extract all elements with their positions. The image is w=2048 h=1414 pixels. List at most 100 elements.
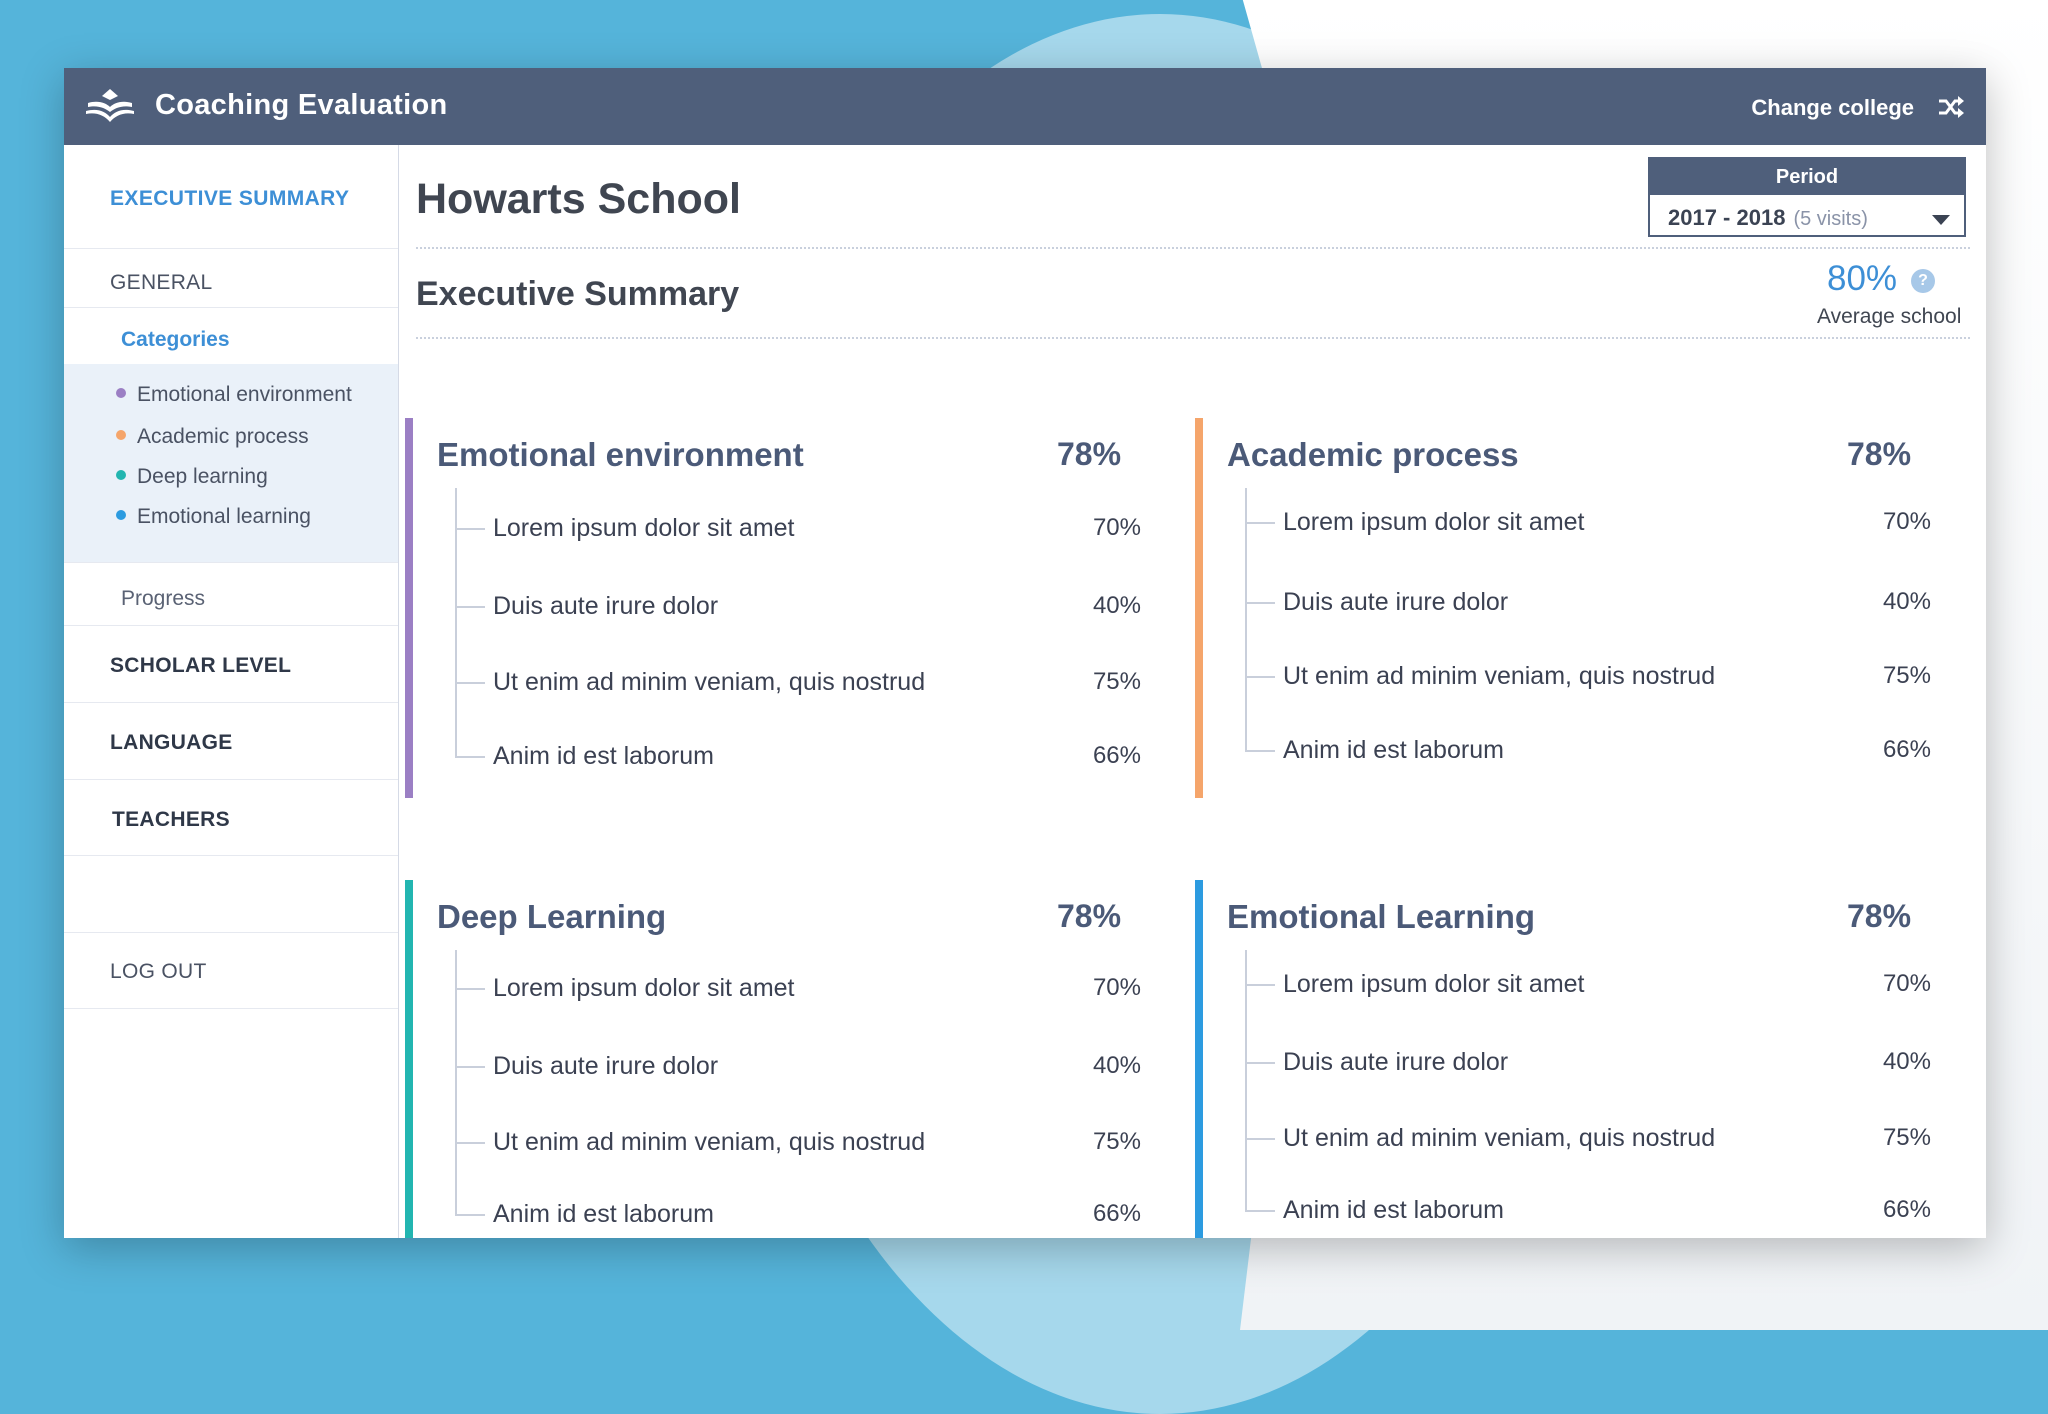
period-visits: (5 visits) <box>1793 208 1868 230</box>
app-window: Coaching Evaluation Change college EXECU… <box>64 68 1986 1238</box>
category-emotional-learning[interactable]: Emotional learning <box>116 505 311 529</box>
list-item: Anim id est laborum 66% <box>455 1194 1141 1234</box>
item-label: Lorem ipsum dolor sit amet <box>493 514 795 542</box>
tree-branch <box>455 606 485 608</box>
category-card: Emotional Learning 78% Lorem ipsum dolor s… <box>1195 880 1940 1238</box>
divider <box>416 337 1970 339</box>
tree-branch <box>455 1214 485 1216</box>
card-title: Deep Learning <box>437 898 667 935</box>
item-label: Duis aute irure dolor <box>493 592 719 620</box>
card-accent-bar <box>405 880 413 1238</box>
item-value: 40% <box>1882 588 1931 615</box>
category-dot <box>116 510 126 520</box>
card-accent-bar <box>1195 418 1203 798</box>
divider <box>416 247 1970 249</box>
item-label: Lorem ipsum dolor sit amet <box>493 974 795 1002</box>
category-card: Emotional environment 78% Lorem ipsum dolo… <box>405 418 1150 798</box>
list-item: Duis aute irure dolor 40% <box>455 1046 1141 1086</box>
sidebar-item-progress[interactable]: Progress <box>64 563 398 626</box>
list-item: Lorem ipsum dolor sit amet 70% <box>1245 964 1931 1004</box>
card-accent-bar <box>405 418 413 798</box>
card-percentage: 78% <box>1057 898 1122 934</box>
list-item: Ut enim ad minim veniam, quis nostrud 75% <box>455 1122 1141 1162</box>
category-academic-process[interactable]: Academic process <box>116 425 309 449</box>
tree-branch <box>1245 984 1275 986</box>
item-value: 40% <box>1092 592 1141 619</box>
item-value: 75% <box>1882 662 1931 689</box>
item-value: 40% <box>1882 1048 1931 1075</box>
chevron-down-icon[interactable] <box>1932 215 1950 225</box>
item-value: 66% <box>1882 736 1931 763</box>
sidebar-item-executive-summary[interactable]: EXECUTIVE SUMMARY <box>64 145 398 249</box>
item-label: Anim id est laborum <box>493 742 714 770</box>
category-deep-learning[interactable]: Deep learning <box>116 465 268 489</box>
logout-button[interactable]: LOG OUT <box>64 932 398 1009</box>
card-title: Emotional environment <box>437 436 804 473</box>
card-title: Emotional Learning <box>1227 898 1536 935</box>
list-item: Duis aute irure dolor 40% <box>1245 1042 1931 1082</box>
item-label: Lorem ipsum dolor sit amet <box>1283 508 1585 536</box>
sidebar: EXECUTIVE SUMMARY GENERAL Categories Emo… <box>64 145 399 1238</box>
item-value: 75% <box>1092 1128 1141 1155</box>
item-label: Anim id est laborum <box>1283 736 1504 764</box>
item-value: 70% <box>1882 970 1931 997</box>
tree-branch <box>455 1142 485 1144</box>
book-logo-icon <box>86 89 134 122</box>
item-value: 75% <box>1882 1124 1931 1151</box>
item-label: Duis aute irure dolor <box>493 1052 719 1080</box>
list-item: Ut enim ad minim veniam, quis nostrud 75% <box>1245 656 1931 696</box>
item-label: Duis aute irure dolor <box>1283 588 1509 616</box>
card-title: Academic process <box>1227 436 1519 473</box>
card-percentage: 78% <box>1847 436 1912 472</box>
list-item: Anim id est laborum 66% <box>455 736 1141 776</box>
list-item: Ut enim ad minim veniam, quis nostrud 75% <box>1245 1118 1931 1158</box>
tree-branch <box>455 1066 485 1068</box>
card-percentage: 78% <box>1847 898 1912 934</box>
tree-branch <box>1245 1138 1275 1140</box>
tree-branch <box>455 682 485 684</box>
page-title: Howarts School <box>416 175 741 223</box>
average-value: 80% <box>1827 259 1898 298</box>
item-label: Ut enim ad minim veniam, quis nostrud <box>1283 1124 1716 1152</box>
sidebar-item-teachers[interactable]: TEACHERS <box>64 780 398 856</box>
tree-branch <box>1245 750 1275 752</box>
help-icon[interactable]: ? <box>1911 269 1935 293</box>
tree-branch <box>1245 1210 1275 1212</box>
tree-branch <box>1245 522 1275 524</box>
tree-branch <box>1245 602 1275 604</box>
shuffle-icon[interactable] <box>1936 93 1966 121</box>
item-label: Lorem ipsum dolor sit amet <box>1283 970 1585 998</box>
sidebar-item-categories[interactable]: Categories <box>64 308 398 364</box>
card-accent-bar <box>1195 880 1203 1238</box>
item-value: 40% <box>1092 1052 1141 1079</box>
list-item: Anim id est laborum 66% <box>1245 730 1931 770</box>
category-dot <box>116 388 126 398</box>
list-item: Duis aute irure dolor 40% <box>1245 582 1931 622</box>
item-value: 70% <box>1092 514 1141 541</box>
item-label: Anim id est laborum <box>1283 1196 1504 1224</box>
card-percentage: 78% <box>1057 436 1122 472</box>
item-value: 66% <box>1882 1196 1931 1223</box>
top-bar: Coaching Evaluation Change college <box>64 68 1986 145</box>
list-item: Duis aute irure dolor 40% <box>455 586 1141 626</box>
category-card: Academic process 78% Lorem ipsum dolor sit… <box>1195 418 1940 798</box>
tree-branch <box>455 528 485 530</box>
sidebar-item-scholar-level[interactable]: SCHOLAR LEVEL <box>64 626 398 703</box>
app-title: Coaching Evaluation <box>155 89 448 121</box>
period-select[interactable]: Period 2017 - 2018 (5 visits) <box>1648 157 1966 237</box>
period-label: Period <box>1650 159 1964 195</box>
category-list: Emotional environment Academic process D… <box>64 364 398 563</box>
change-college-button[interactable]: Change college <box>1751 95 1914 121</box>
section-title: Executive Summary <box>416 275 740 313</box>
sidebar-item-language[interactable]: LANGUAGE <box>64 703 398 780</box>
item-label: Anim id est laborum <box>493 1200 714 1228</box>
list-item: Lorem ipsum dolor sit amet 70% <box>1245 502 1931 542</box>
sidebar-item-general[interactable]: GENERAL <box>64 249 398 308</box>
tree-branch <box>455 988 485 990</box>
category-card: Deep Learning 78% Lorem ipsum dolor sit am… <box>405 880 1150 1238</box>
item-value: 66% <box>1092 1200 1141 1227</box>
category-emotional-environment[interactable]: Emotional environment <box>116 383 352 407</box>
category-dot <box>116 470 126 480</box>
list-item: Lorem ipsum dolor sit amet 70% <box>455 508 1141 548</box>
item-label: Ut enim ad minim veniam, quis nostrud <box>1283 662 1716 690</box>
